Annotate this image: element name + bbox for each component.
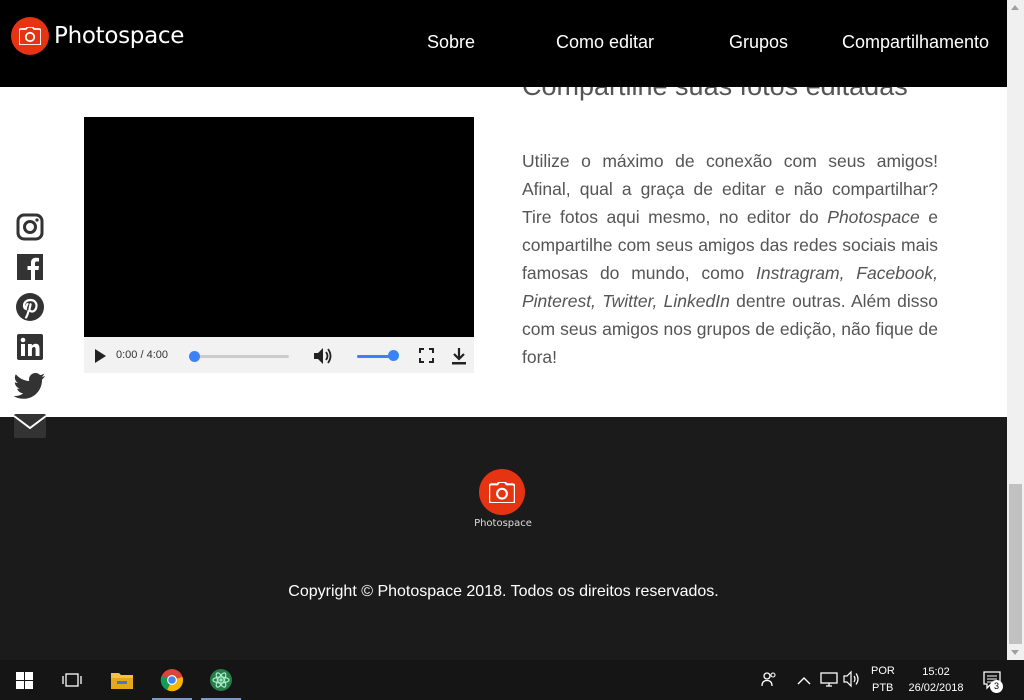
- scroll-down-icon[interactable]: [1011, 650, 1019, 655]
- nav-sobre[interactable]: Sobre: [427, 32, 475, 53]
- footer-logo-text: Photospace: [474, 518, 532, 529]
- clock-date: 26/02/2018: [908, 682, 964, 694]
- speaker-icon[interactable]: [843, 670, 861, 693]
- logo-text: Photospace: [54, 23, 185, 49]
- volume-icon[interactable]: [313, 347, 333, 370]
- action-center-icon[interactable]: 3: [983, 671, 1005, 696]
- video-player[interactable]: 0:00 / 4:00: [84, 117, 474, 373]
- pinterest-icon[interactable]: [13, 292, 47, 322]
- windows-start-icon[interactable]: [0, 660, 48, 700]
- chrome-icon[interactable]: [148, 660, 196, 700]
- task-view-icon[interactable]: [48, 660, 96, 700]
- file-explorer-icon[interactable]: [98, 660, 146, 700]
- site-footer: Photospace Copyright © Photospace 2018. …: [0, 417, 1007, 660]
- mail-icon[interactable]: [13, 411, 47, 441]
- site-header: Photospace Sobre Como editar Grupos Comp…: [0, 0, 1007, 87]
- atom-editor-icon[interactable]: [197, 660, 245, 700]
- video-time: 0:00 / 4:00: [116, 349, 168, 361]
- notification-count-badge: 3: [990, 680, 1003, 693]
- clock-time: 15:02: [922, 666, 950, 678]
- progress-knob[interactable]: [189, 351, 200, 362]
- network-icon[interactable]: [820, 670, 838, 693]
- instagram-icon[interactable]: [13, 212, 47, 242]
- keyboard-layout[interactable]: PTB: [872, 682, 893, 694]
- facebook-icon[interactable]: [13, 252, 47, 282]
- chevron-up-icon[interactable]: [797, 673, 811, 691]
- video-screen[interactable]: [84, 117, 474, 337]
- system-clock[interactable]: 15:02 26/02/2018: [900, 664, 972, 696]
- linkedin-icon[interactable]: [13, 332, 47, 362]
- fullscreen-icon[interactable]: [419, 348, 434, 368]
- nav-grupos[interactable]: Grupos: [729, 32, 788, 53]
- logo[interactable]: Photospace: [11, 17, 184, 55]
- twitter-icon[interactable]: [13, 371, 47, 401]
- camera-icon: [11, 17, 49, 55]
- share-description: Utilize o máximo de conexão com seus ami…: [522, 147, 938, 371]
- copyright-text: Copyright © Photospace 2018. Todos os di…: [288, 583, 719, 600]
- nav-compartilhamento[interactable]: Compartilhamento: [842, 32, 989, 53]
- scroll-up-icon[interactable]: [1011, 5, 1019, 10]
- people-icon[interactable]: [760, 670, 778, 693]
- video-controls: 0:00 / 4:00: [84, 337, 474, 373]
- volume-knob[interactable]: [388, 350, 399, 361]
- nav-como-editar[interactable]: Como editar: [556, 32, 654, 53]
- windows-taskbar: POR PTB 15:02 26/02/2018 3: [0, 660, 1024, 700]
- brand-name: Photospace: [827, 207, 920, 227]
- scrollbar-thumb[interactable]: [1009, 484, 1022, 644]
- video-progress-bar[interactable]: [189, 351, 289, 362]
- input-language[interactable]: POR: [871, 665, 895, 677]
- download-icon[interactable]: [451, 347, 467, 370]
- share-section: Compartilhe suas fotos editadas 0:00 / 4…: [0, 87, 1007, 417]
- footer-camera-icon[interactable]: [479, 469, 525, 515]
- section-title: Compartilhe suas fotos editadas: [522, 87, 908, 102]
- page-scrollbar[interactable]: [1007, 0, 1024, 660]
- play-icon[interactable]: [95, 349, 106, 363]
